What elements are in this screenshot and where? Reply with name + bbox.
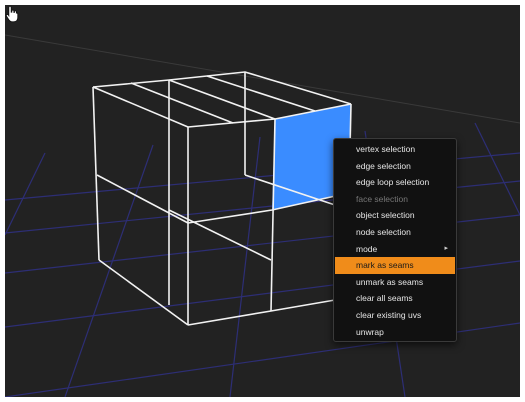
hand-pointer-icon: [5, 5, 19, 23]
menu-item-edge-selection[interactable]: edge selection: [334, 158, 456, 175]
context-menu: vertex selection edge selection edge loo…: [333, 138, 457, 342]
screenshot-frame: vertex selection edge selection edge loo…: [0, 0, 525, 402]
menu-item-mode-label: mode: [356, 243, 378, 254]
menu-item-mode[interactable]: mode ▸: [334, 241, 456, 258]
menu-item-object-selection[interactable]: object selection: [334, 207, 456, 224]
menu-item-unwrap[interactable]: unwrap: [334, 324, 456, 341]
menu-item-clear-all-seams[interactable]: clear all seams: [334, 290, 456, 307]
menu-item-unmark-as-seams[interactable]: unmark as seams: [334, 274, 456, 291]
submenu-arrow-icon: ▸: [444, 244, 448, 252]
axis-line: [5, 34, 520, 124]
menu-item-face-selection: face selection: [356, 193, 408, 204]
menu-item-vertex-selection[interactable]: vertex selection: [334, 141, 456, 158]
menu-item-node-selection[interactable]: node selection: [334, 224, 456, 241]
3d-viewport[interactable]: vertex selection edge selection edge loo…: [5, 5, 520, 397]
menu-item-edge-loop-selection[interactable]: edge loop selection: [334, 174, 456, 191]
menu-item-clear-existing-uvs[interactable]: clear existing uvs: [334, 307, 456, 324]
menu-item-mark-as-seams[interactable]: mark as seams: [335, 257, 455, 274]
